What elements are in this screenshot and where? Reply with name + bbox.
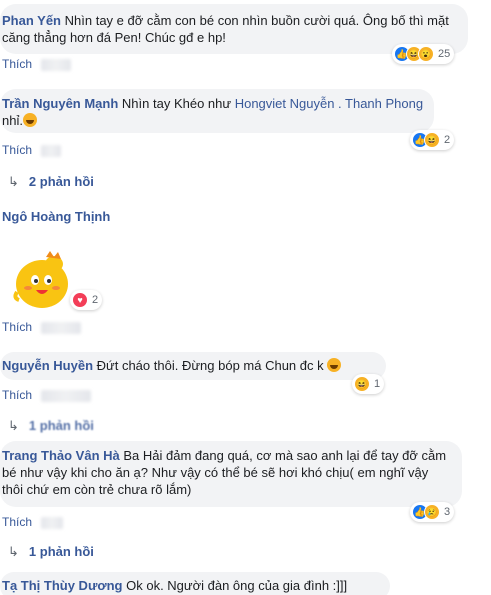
like-link[interactable]: Thích bbox=[2, 388, 32, 402]
comment-actions: Thích bbox=[2, 515, 64, 529]
like-link[interactable]: Thích bbox=[2, 320, 32, 334]
love-icon: ♥ bbox=[72, 292, 88, 308]
replies-count[interactable]: 1 phản hồi bbox=[29, 544, 94, 559]
mention-link[interactable]: Hongviet Nguyễn . Thanh Phong bbox=[235, 96, 423, 111]
replies-count[interactable]: 2 phản hồi bbox=[29, 174, 94, 189]
comment-author[interactable]: Phan Yến bbox=[2, 13, 61, 28]
replies-count[interactable]: 1 phản hồi bbox=[29, 418, 94, 433]
comment-actions: Thích bbox=[2, 320, 82, 334]
comment-author[interactable]: Ngô Hoàng Thịnh bbox=[2, 209, 110, 224]
comment-bubble: Trang Thảo Vân Hà Ba Hải đảm đang quá, c… bbox=[0, 441, 462, 507]
like-link[interactable]: Thích bbox=[2, 143, 32, 157]
reaction-count: 2 bbox=[444, 134, 451, 146]
comment-bubble: Trần Nguyên Mạnh Nhìn tay Khéo như Hongv… bbox=[0, 89, 434, 133]
comment-actions: Thích bbox=[2, 388, 92, 402]
reaction-summary[interactable]: 👍 😆 😮 25 bbox=[392, 44, 455, 64]
reaction-count: 2 bbox=[92, 294, 99, 306]
comment-actions: Thích bbox=[2, 57, 72, 71]
haha-icon: 😆 bbox=[354, 376, 370, 392]
reaction-count: 3 bbox=[444, 506, 451, 518]
comment-author[interactable]: Nguyễn Huyền bbox=[2, 358, 93, 373]
comment-actions: Thích bbox=[2, 143, 62, 157]
reaction-count: 1 bbox=[374, 378, 381, 390]
timestamp-blurred bbox=[41, 144, 62, 157]
comment-author[interactable]: Trần Nguyên Mạnh bbox=[2, 96, 118, 111]
laughing-emoji-icon bbox=[327, 358, 342, 372]
comment-text: Nhìn tay Khéo như bbox=[121, 96, 235, 111]
comment-text: Ok ok. Người đàn ông của gia đình :]]] bbox=[126, 578, 348, 593]
comment-bubble: Nguyễn Huyền Đứt cháo thôi. Đừng bóp má … bbox=[0, 352, 386, 380]
comment-text: Nhìn tay e đỡ cằm con bé con nhìn buồn c… bbox=[2, 13, 449, 45]
sticker-image bbox=[13, 251, 68, 308]
reply-arrow-icon: ↳ bbox=[8, 418, 19, 433]
haha-icon: 😆 bbox=[424, 132, 440, 148]
comment-author[interactable]: Tạ Thị Thùy Dương bbox=[2, 578, 122, 593]
reaction-summary[interactable]: 👍 😢 3 bbox=[410, 502, 455, 522]
view-replies-link[interactable]: ↳ 1 phản hồi bbox=[8, 544, 94, 560]
reaction-count: 25 bbox=[438, 48, 451, 60]
comment-text: Đứt cháo thôi. Đừng bóp má Chun đc k bbox=[96, 358, 324, 373]
like-link[interactable]: Thích bbox=[2, 515, 32, 529]
view-replies-link[interactable]: ↳ 2 phản hồi bbox=[8, 174, 94, 190]
comment-author[interactable]: Trang Thảo Vân Hà bbox=[2, 448, 120, 463]
comment-text-end: nhỉ. bbox=[2, 113, 23, 128]
timestamp-blurred bbox=[41, 516, 64, 529]
timestamp-blurred bbox=[41, 321, 82, 334]
timestamp-blurred bbox=[41, 389, 92, 402]
reaction-summary[interactable]: 👍 😆 2 bbox=[410, 130, 455, 150]
view-replies-link[interactable]: ↳ 1 phản hồi bbox=[8, 418, 94, 434]
timestamp-blurred bbox=[41, 58, 72, 71]
reaction-summary[interactable]: ♥ 2 bbox=[70, 290, 103, 310]
wow-icon: 😮 bbox=[418, 46, 434, 62]
sad-icon: 😢 bbox=[424, 504, 440, 520]
laughing-emoji-icon bbox=[22, 113, 37, 127]
reply-arrow-icon: ↳ bbox=[8, 174, 19, 189]
reaction-summary[interactable]: 😆 1 bbox=[352, 374, 385, 394]
comment-bubble: Tạ Thị Thùy Dương Ok ok. Người đàn ông c… bbox=[0, 572, 390, 595]
reply-arrow-icon: ↳ bbox=[8, 544, 19, 559]
like-link[interactable]: Thích bbox=[2, 57, 32, 71]
